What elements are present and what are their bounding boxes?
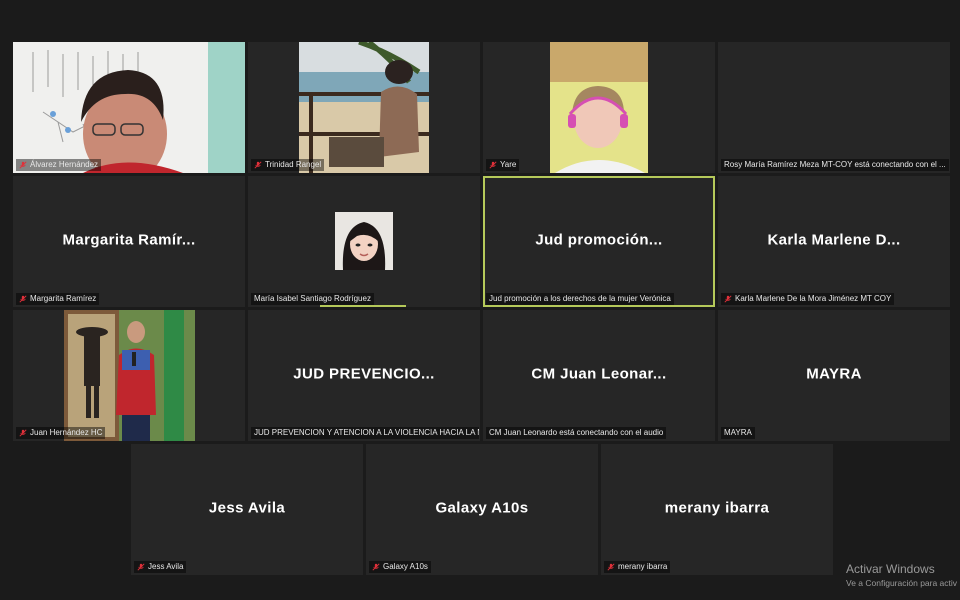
participant-name-label: merany ibarra bbox=[604, 561, 671, 573]
participant-tile-jud-promocion[interactable]: Jud promoción... Jud promoción a los der… bbox=[483, 176, 715, 307]
participant-video bbox=[299, 42, 429, 173]
participant-tile-margarita[interactable]: Margarita Ramír... Margarita Ramírez bbox=[13, 176, 245, 307]
participant-name-label: María Isabel Santiago Rodríguez bbox=[251, 293, 374, 305]
participant-display-name: MAYRA bbox=[806, 364, 862, 382]
participant-name-label: Karla Marlene De la Mora Jiménez MT COY bbox=[721, 293, 895, 305]
participant-video bbox=[13, 42, 245, 173]
mic-muted-icon bbox=[19, 295, 27, 303]
windows-activation-watermark: Activar Windows Ve a Configuración para … bbox=[846, 562, 957, 588]
participant-tile-maria-isabel[interactable]: María Isabel Santiago Rodríguez bbox=[248, 176, 480, 307]
participant-tile-mayra[interactable]: MAYRA MAYRA bbox=[718, 310, 950, 441]
mic-muted-icon bbox=[19, 161, 27, 169]
watermark-subtitle: Ve a Configuración para activ bbox=[846, 578, 958, 588]
participant-name-label: Jess Avila bbox=[134, 561, 187, 573]
participant-name-label: Rosy María Ramírez Meza MT-COY está cone… bbox=[721, 159, 949, 171]
participant-display-name: JUD PREVENCIO... bbox=[293, 364, 435, 382]
participant-tile-karla[interactable]: Karla Marlene D... Karla Marlene De la M… bbox=[718, 176, 950, 307]
participant-video bbox=[64, 310, 195, 441]
audio-level-indicator bbox=[320, 305, 406, 307]
participant-display-name: Galaxy A10s bbox=[435, 498, 529, 516]
participant-profile-picture bbox=[335, 212, 393, 270]
participant-tile-jud-prevencion[interactable]: JUD PREVENCIO... JUD PREVENCION Y ATENCI… bbox=[248, 310, 480, 441]
participant-tile-jess-avila[interactable]: Jess Avila Jess Avila bbox=[131, 444, 363, 575]
participant-display-name: Karla Marlene D... bbox=[767, 230, 901, 248]
participant-name-label: Trinidad Rangel bbox=[251, 159, 325, 171]
mic-muted-icon bbox=[254, 161, 262, 169]
participant-tile-galaxy-a10s[interactable]: Galaxy A10s Galaxy A10s bbox=[366, 444, 598, 575]
participant-tile-rosy[interactable]: Rosy María Ramírez Meza MT-COY está cone… bbox=[718, 42, 950, 173]
mic-muted-icon bbox=[372, 563, 380, 571]
participant-name-label: Galaxy A10s bbox=[369, 561, 431, 573]
participant-display-name: Jud promoción... bbox=[535, 230, 663, 248]
mic-muted-icon bbox=[137, 563, 145, 571]
mic-muted-icon bbox=[489, 161, 497, 169]
participant-tile-yare[interactable]: Yare bbox=[483, 42, 715, 173]
mic-muted-icon bbox=[19, 429, 27, 437]
participant-name-label: MAYRA bbox=[721, 427, 755, 439]
participant-name-label: Álvarez Hernández bbox=[16, 159, 102, 171]
participant-name-label: Margarita Ramírez bbox=[16, 293, 100, 305]
participant-name-label: Juan Hernández HC bbox=[16, 427, 106, 439]
participant-tile-merany-ibarra[interactable]: merany ibarra merany ibarra bbox=[601, 444, 833, 575]
participant-display-name: merany ibarra bbox=[664, 498, 770, 516]
participant-tile-juan-hernandez[interactable]: Juan Hernández HC bbox=[13, 310, 245, 441]
participant-name-label: JUD PREVENCION Y ATENCION A LA VIOLENCIA… bbox=[251, 427, 479, 439]
participant-display-name: Jess Avila bbox=[208, 498, 286, 516]
watermark-title: Activar Windows bbox=[846, 562, 935, 576]
participant-tile-cm-juan-leonardo[interactable]: CM Juan Leonar... CM Juan Leonardo está … bbox=[483, 310, 715, 441]
participant-name-label: Jud promoción a los derechos de la mujer… bbox=[486, 293, 674, 305]
mic-muted-icon bbox=[607, 563, 615, 571]
mic-muted-icon bbox=[724, 295, 732, 303]
participant-video bbox=[550, 42, 648, 173]
participant-name-label: Yare bbox=[486, 159, 520, 171]
participant-display-name: CM Juan Leonar... bbox=[531, 364, 667, 382]
participant-tile-alvarez[interactable]: Álvarez Hernández bbox=[13, 42, 245, 173]
participant-display-name: Margarita Ramír... bbox=[62, 230, 196, 248]
participant-tile-trinidad[interactable]: Trinidad Rangel bbox=[248, 42, 480, 173]
participant-name-label: CM Juan Leonardo está conectando con el … bbox=[486, 427, 667, 439]
